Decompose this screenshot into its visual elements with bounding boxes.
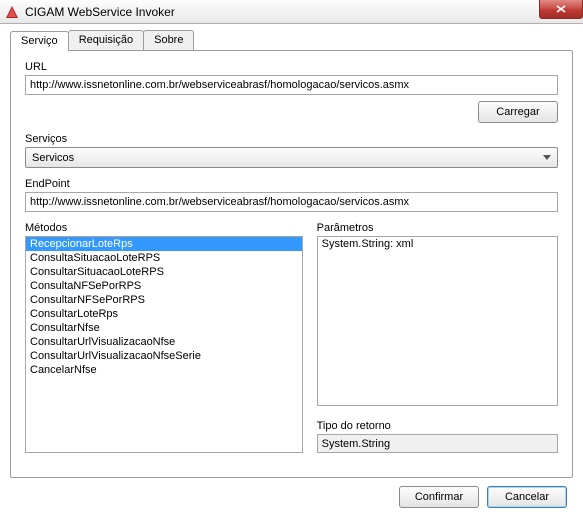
metodos-item[interactable]: ConsultaNFSePorRPS: [26, 279, 302, 293]
chevron-down-icon: [543, 155, 551, 160]
endpoint-input[interactable]: [25, 192, 558, 212]
retorno-value: System.String: [322, 438, 390, 450]
app-icon: [4, 4, 20, 20]
carregar-button[interactable]: Carregar: [478, 101, 558, 123]
metodos-item[interactable]: ConsultarSituacaoLoteRPS: [26, 265, 302, 279]
url-input[interactable]: [25, 75, 558, 95]
metodos-item[interactable]: ConsultarNfse: [26, 321, 302, 335]
window-title: CIGAM WebService Invoker: [25, 5, 175, 19]
parametros-box[interactable]: System.String: xml: [317, 236, 558, 406]
metodos-label: Métodos: [25, 222, 303, 234]
metodos-item[interactable]: ConsultarUrlVisualizacaoNfseSerie: [26, 349, 302, 363]
metodos-item[interactable]: ConsultarUrlVisualizacaoNfse: [26, 335, 302, 349]
endpoint-label: EndPoint: [25, 178, 558, 190]
tab-panel-servico: URL Carregar Serviços Servicos EndPoint …: [10, 50, 573, 478]
metodos-item[interactable]: RecepcionarLoteRps: [26, 237, 302, 251]
close-icon: [556, 5, 566, 13]
close-button[interactable]: [539, 0, 583, 19]
servicos-label: Serviços: [25, 133, 558, 145]
title-bar: CIGAM WebService Invoker: [0, 0, 583, 24]
tab-strip: Serviço Requisição Sobre: [10, 30, 573, 50]
parametros-label: Parâmetros: [317, 222, 558, 234]
metodos-listbox[interactable]: RecepcionarLoteRpsConsultaSituacaoLoteRP…: [25, 236, 303, 453]
confirmar-button[interactable]: Confirmar: [399, 486, 479, 508]
metodos-item[interactable]: ConsultarNFSePorRPS: [26, 293, 302, 307]
retorno-box: System.String: [317, 434, 558, 453]
metodos-item[interactable]: ConsultarLoteRps: [26, 307, 302, 321]
parametros-value: System.String: xml: [322, 238, 414, 250]
url-label: URL: [25, 61, 558, 73]
tab-servico[interactable]: Serviço: [10, 31, 69, 51]
retorno-label: Tipo do retorno: [317, 420, 558, 432]
cancelar-button[interactable]: Cancelar: [487, 486, 567, 508]
metodos-item[interactable]: ConsultaSituacaoLoteRPS: [26, 251, 302, 265]
footer-buttons: Confirmar Cancelar: [10, 486, 573, 508]
tab-requisicao[interactable]: Requisição: [68, 30, 144, 50]
metodos-item[interactable]: CancelarNfse: [26, 363, 302, 377]
servicos-select[interactable]: Servicos: [25, 147, 558, 168]
tab-sobre[interactable]: Sobre: [143, 30, 194, 50]
servicos-selected: Servicos: [32, 152, 74, 164]
